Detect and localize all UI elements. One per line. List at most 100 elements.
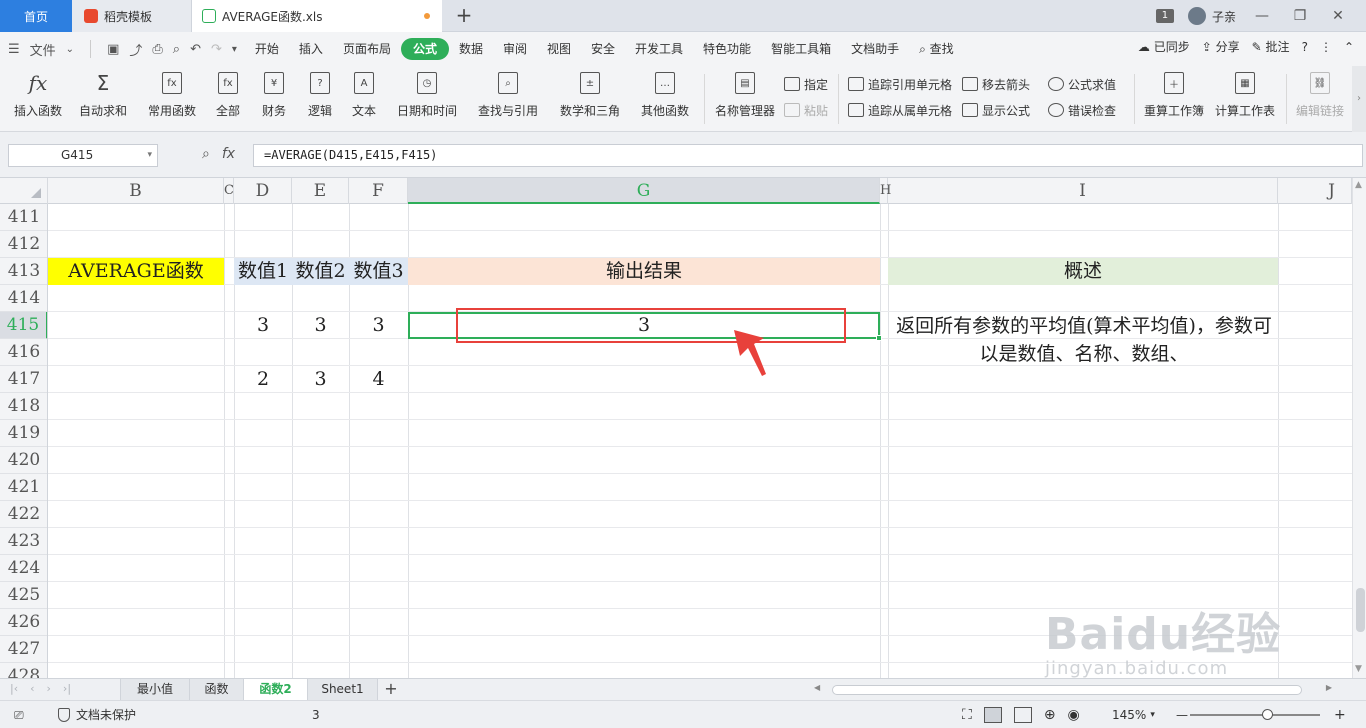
share-button[interactable]: ⇪ 分享 — [1202, 38, 1240, 55]
window-count-badge[interactable]: 1 — [1155, 9, 1174, 23]
fill-handle[interactable] — [876, 335, 882, 341]
scroll-right-icon[interactable]: ▶ — [1326, 683, 1332, 692]
zoom-slider-knob[interactable] — [1262, 709, 1273, 720]
horizontal-scroll-thumb[interactable] — [832, 685, 1302, 695]
row-header[interactable]: 423 — [0, 528, 47, 555]
row-header[interactable]: 412 — [0, 231, 47, 258]
name-manager-button[interactable]: ▤ 名称管理器 — [714, 70, 776, 126]
hamburger-icon[interactable]: ☰ — [8, 42, 20, 57]
column-header-b[interactable]: B — [48, 178, 224, 204]
menu-tab-home[interactable]: 开始 — [245, 38, 289, 60]
row-header-selected[interactable]: 415 — [0, 312, 47, 339]
new-tab-button[interactable]: + — [452, 4, 476, 28]
column-header-i[interactable]: I — [888, 178, 1278, 204]
sheet-tab-min[interactable]: 最小值 — [120, 679, 190, 700]
sheet-tab-functions[interactable]: 函数 — [190, 679, 244, 700]
row-header[interactable]: 417 — [0, 366, 47, 393]
scroll-left-icon[interactable]: ◀ — [814, 683, 820, 692]
protection-status[interactable]: 文档未保护 — [58, 701, 136, 728]
math-button[interactable]: ± 数学和三角 — [554, 70, 626, 126]
scroll-down-icon[interactable]: ▼ — [1355, 664, 1362, 674]
menu-tab-features[interactable]: 特色功能 — [693, 38, 761, 60]
export-icon[interactable]: ⤴ — [129, 40, 142, 59]
column-header-e[interactable]: E — [292, 178, 349, 204]
lookup-button[interactable]: ⌕ 查找与引用 — [472, 70, 544, 126]
column-header-d[interactable]: D — [234, 178, 292, 204]
prev-sheet-icon[interactable]: ‹ — [30, 682, 34, 695]
cell-d413[interactable]: 数值1 — [234, 258, 292, 285]
calculate-sheet-button[interactable]: ▦ 计算工作表 — [1214, 70, 1276, 126]
eye-protection-icon[interactable]: ◉ — [1068, 701, 1080, 728]
tab-file[interactable]: AVERAGE函数.xls — [192, 0, 442, 32]
help-icon[interactable]: ? — [1302, 40, 1308, 54]
tab-home[interactable]: 首页 — [0, 0, 72, 32]
cell-f413[interactable]: 数值3 — [349, 258, 408, 285]
column-header-h[interactable]: H — [880, 178, 891, 204]
horizontal-scrollbar[interactable]: ◀ ▶ — [808, 683, 1338, 697]
zoom-search-icon[interactable]: ⌕ — [202, 146, 210, 162]
sync-status[interactable]: ☁ 已同步 — [1138, 38, 1190, 55]
minimize-button[interactable]: — — [1250, 8, 1274, 24]
menu-tab-review[interactable]: 审阅 — [493, 38, 537, 60]
menu-tab-doc-assistant[interactable]: 文档助手 — [841, 38, 909, 60]
datetime-button[interactable]: ◷ 日期和时间 — [392, 70, 462, 126]
row-header[interactable]: 426 — [0, 609, 47, 636]
page-break-view-icon[interactable] — [1013, 707, 1032, 723]
add-sheet-button[interactable]: + — [382, 679, 400, 700]
cell-i413[interactable]: 概述 — [888, 258, 1278, 285]
user-menu[interactable]: 子亲 — [1187, 7, 1236, 25]
autosum-button[interactable]: Σ 自动求和 — [74, 70, 132, 126]
cell-i415-description[interactable]: 返回所有参数的平均值(算术平均值)，参数可以是数值、名称、数组、 — [891, 312, 1277, 370]
menu-tab-developer[interactable]: 开发工具 — [625, 38, 693, 60]
cell-b413[interactable]: AVERAGE函数 — [48, 258, 224, 285]
zoom-out-icon[interactable]: — — [1176, 701, 1188, 728]
zoom-slider-track[interactable] — [1190, 714, 1320, 716]
cell-e413[interactable]: 数值2 — [292, 258, 349, 285]
trace-precedents-button[interactable]: 追踪引用单元格 — [848, 74, 952, 94]
edit-links-button[interactable]: ⛓ 编辑链接 — [1294, 70, 1346, 126]
cell-d415[interactable]: 3 — [234, 312, 292, 339]
logic-button[interactable]: ? 逻辑 — [302, 70, 338, 126]
scroll-up-icon[interactable]: ▲ — [1355, 180, 1362, 190]
remove-arrows-button[interactable]: 移去箭头 — [962, 74, 1030, 94]
row-header[interactable]: 411 — [0, 204, 47, 231]
menu-tab-insert[interactable]: 插入 — [289, 38, 333, 60]
menu-search[interactable]: ⌕ 查找 — [909, 38, 964, 60]
tab-template[interactable]: 稻壳模板 — [72, 0, 192, 32]
assign-button[interactable]: 指定 — [784, 74, 828, 94]
evaluate-formula-button[interactable]: 公式求值 — [1048, 74, 1116, 94]
common-functions-button[interactable]: fx 常用函数 — [142, 70, 202, 126]
page-layout-view-icon[interactable]: ⊕ — [1044, 701, 1056, 728]
annotate-button[interactable]: ✎ 批注 — [1252, 38, 1290, 55]
zoom-in-icon[interactable]: + — [1334, 701, 1346, 728]
vertical-scroll-thumb[interactable] — [1356, 588, 1365, 632]
fullscreen-icon[interactable]: ⛶ — [962, 701, 972, 728]
sheet-tab-functions2[interactable]: 函数2 — [244, 679, 308, 700]
column-header-c[interactable]: C — [224, 178, 234, 204]
select-all-corner[interactable] — [0, 178, 48, 204]
all-functions-button[interactable]: fx 全部 — [210, 70, 246, 126]
cell-e417[interactable]: 3 — [292, 366, 349, 393]
more-icon[interactable]: ⋮ — [1320, 40, 1332, 54]
fx-icon[interactable]: fx — [222, 146, 235, 162]
show-formulas-button[interactable]: 显示公式 — [962, 100, 1030, 120]
row-header[interactable]: 427 — [0, 636, 47, 663]
customize-icon[interactable]: ▾ — [232, 44, 237, 55]
first-sheet-icon[interactable]: |‹ — [10, 682, 18, 695]
error-check-button[interactable]: 错误检查 — [1048, 100, 1116, 120]
paste-name-button[interactable]: 粘贴 — [784, 100, 828, 120]
finance-button[interactable]: ¥ 财务 — [256, 70, 292, 126]
column-header-g[interactable]: G — [408, 178, 880, 204]
recalculate-workbook-button[interactable]: ＋ 重算工作簿 — [1143, 70, 1205, 126]
row-header[interactable]: 418 — [0, 393, 47, 420]
cell-d417[interactable]: 2 — [234, 366, 292, 393]
print-icon[interactable]: ⎙ — [152, 42, 162, 57]
cell-e415[interactable]: 3 — [292, 312, 349, 339]
insert-function-button[interactable]: fx 插入函数 — [10, 70, 66, 126]
text-functions-button[interactable]: A 文本 — [346, 70, 382, 126]
vertical-scrollbar[interactable]: ▲ ▼ — [1352, 178, 1366, 678]
menu-tab-smart-tools[interactable]: 智能工具箱 — [761, 38, 841, 60]
row-header[interactable]: 420 — [0, 447, 47, 474]
other-functions-button[interactable]: … 其他函数 — [634, 70, 696, 126]
menu-tab-page-layout[interactable]: 页面布局 — [333, 38, 401, 60]
